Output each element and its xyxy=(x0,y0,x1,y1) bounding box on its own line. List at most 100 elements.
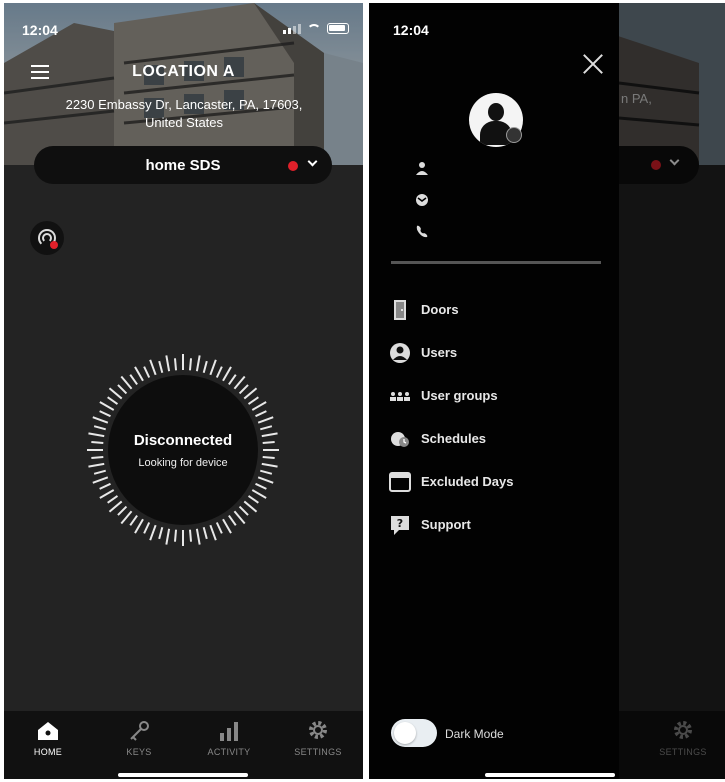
location-address: 2230 Embassy Dr, Lancaster, PA, 17603, U… xyxy=(65,97,303,130)
dial-tick xyxy=(228,374,237,386)
dial-tick xyxy=(99,489,115,499)
dial-tick xyxy=(93,425,106,431)
dial-tick xyxy=(99,410,111,418)
tab-activity[interactable]: ACTIVITY xyxy=(194,719,264,757)
schedule-icon xyxy=(391,432,409,447)
dial-tick xyxy=(188,529,193,542)
dial-tick xyxy=(247,396,259,405)
dial-tick xyxy=(243,387,258,400)
dial-tick xyxy=(260,425,273,431)
gear-icon xyxy=(309,721,327,739)
home-indicator-right xyxy=(485,773,615,777)
drawer-status-bar: 12:04 xyxy=(369,3,619,47)
dial-tick xyxy=(215,522,223,534)
dial-tick xyxy=(260,469,273,475)
dial-tick xyxy=(251,401,267,411)
dial-tick xyxy=(120,510,133,525)
tab-keys[interactable]: KEYS xyxy=(104,719,174,757)
dial-tick xyxy=(149,524,157,541)
dial-tick xyxy=(129,374,138,386)
site-status-dot xyxy=(288,161,298,171)
home-screen: 12:04 LOCATION A 2230 Embassy Dr, Lancas… xyxy=(4,3,363,779)
dial-tick xyxy=(143,522,151,534)
lock-dial[interactable]: Disconnected Looking for device xyxy=(83,350,283,550)
bluetooth-scan-button[interactable] xyxy=(30,221,64,255)
side-drawer: 12:04 Doors Users User groups Schedules xyxy=(369,3,619,779)
dial-tick xyxy=(202,360,208,373)
dial-tick xyxy=(158,360,164,373)
dial-tick xyxy=(149,359,157,376)
dial-tick xyxy=(108,500,123,513)
dial-tick xyxy=(243,500,258,513)
tab-bar: HOME KEYS ACTIVITY SETTINGS xyxy=(4,711,363,779)
calendar-icon xyxy=(389,472,411,492)
user-icon xyxy=(390,343,410,363)
dial-tick xyxy=(92,476,109,484)
dial-tick xyxy=(247,495,259,504)
nav-item-schedules[interactable]: Schedules xyxy=(389,426,609,452)
nav-item-users-label: Users xyxy=(421,345,458,360)
dial-tick xyxy=(129,514,138,526)
error-badge-icon xyxy=(50,241,58,249)
dial-center xyxy=(108,375,258,525)
nav-item-user-groups[interactable]: User groups xyxy=(389,383,609,409)
dial-tick xyxy=(222,366,232,382)
nav-item-doors[interactable]: Doors xyxy=(389,297,609,323)
drawer-screen: n PA, SETTINGS 12:04 Doors Users User gr… xyxy=(369,3,725,779)
dial-tick xyxy=(93,469,106,475)
dial-tick xyxy=(99,482,111,490)
lock-status: Disconnected xyxy=(133,432,233,449)
nav-item-support-label: Support xyxy=(421,517,471,532)
dial-tick xyxy=(209,524,217,541)
site-selector[interactable]: home SDS xyxy=(34,146,332,184)
home-indicator xyxy=(118,773,248,777)
nav-item-schedules-label: Schedules xyxy=(421,431,487,446)
close-icon[interactable] xyxy=(582,53,604,75)
edit-avatar-icon[interactable] xyxy=(506,127,522,143)
dial-tick xyxy=(251,489,267,499)
dial-tick xyxy=(173,529,178,542)
dark-mode-label: Dark Mode xyxy=(445,727,504,741)
status-bar: 12:04 xyxy=(4,3,363,47)
dial-tick xyxy=(257,416,274,424)
dial-tick xyxy=(255,482,267,490)
dial-tick xyxy=(107,495,119,504)
nav-item-doors-label: Doors xyxy=(421,302,459,317)
dark-mode-toggle[interactable] xyxy=(391,719,437,747)
nav-item-users[interactable]: Users xyxy=(389,340,609,366)
drawer-status-time: 12:04 xyxy=(393,22,429,38)
phone-icon xyxy=(416,225,428,238)
battery-icon xyxy=(327,23,349,34)
dial-tick xyxy=(238,384,249,395)
key-icon xyxy=(130,721,149,741)
svg-text:?: ? xyxy=(397,517,403,530)
drawer-divider xyxy=(391,261,601,264)
nav-item-excluded-days[interactable]: Excluded Days xyxy=(389,469,609,495)
dial-tick xyxy=(107,396,119,405)
nav-item-excluded-days-label: Excluded Days xyxy=(421,474,514,489)
dial-tick xyxy=(257,476,274,484)
user-groups-icon xyxy=(390,392,410,401)
tab-home-label: HOME xyxy=(33,747,63,757)
dial-tick xyxy=(215,366,223,378)
dial-tick xyxy=(134,518,144,534)
dial-tick xyxy=(233,510,246,525)
activity-icon xyxy=(220,722,238,741)
dial-tick xyxy=(195,528,201,545)
signal-icon xyxy=(283,24,301,34)
dial-tick xyxy=(99,401,115,411)
location-title: LOCATION A xyxy=(132,63,235,80)
tab-home[interactable]: HOME xyxy=(13,719,83,757)
dial-tick xyxy=(238,505,249,516)
support-icon: ? xyxy=(391,516,409,535)
tab-settings[interactable]: SETTINGS xyxy=(283,719,353,757)
tab-activity-label: ACTIVITY xyxy=(207,747,251,757)
nav-item-support[interactable]: ? Support xyxy=(389,512,609,538)
dial-tick xyxy=(202,527,208,540)
lock-status-subtitle: Looking for device xyxy=(138,457,228,469)
dial-tick xyxy=(173,358,178,371)
dial-tick xyxy=(120,375,133,390)
status-icons xyxy=(283,23,349,34)
tab-keys-label: KEYS xyxy=(126,747,152,757)
dial-tick xyxy=(108,387,123,400)
